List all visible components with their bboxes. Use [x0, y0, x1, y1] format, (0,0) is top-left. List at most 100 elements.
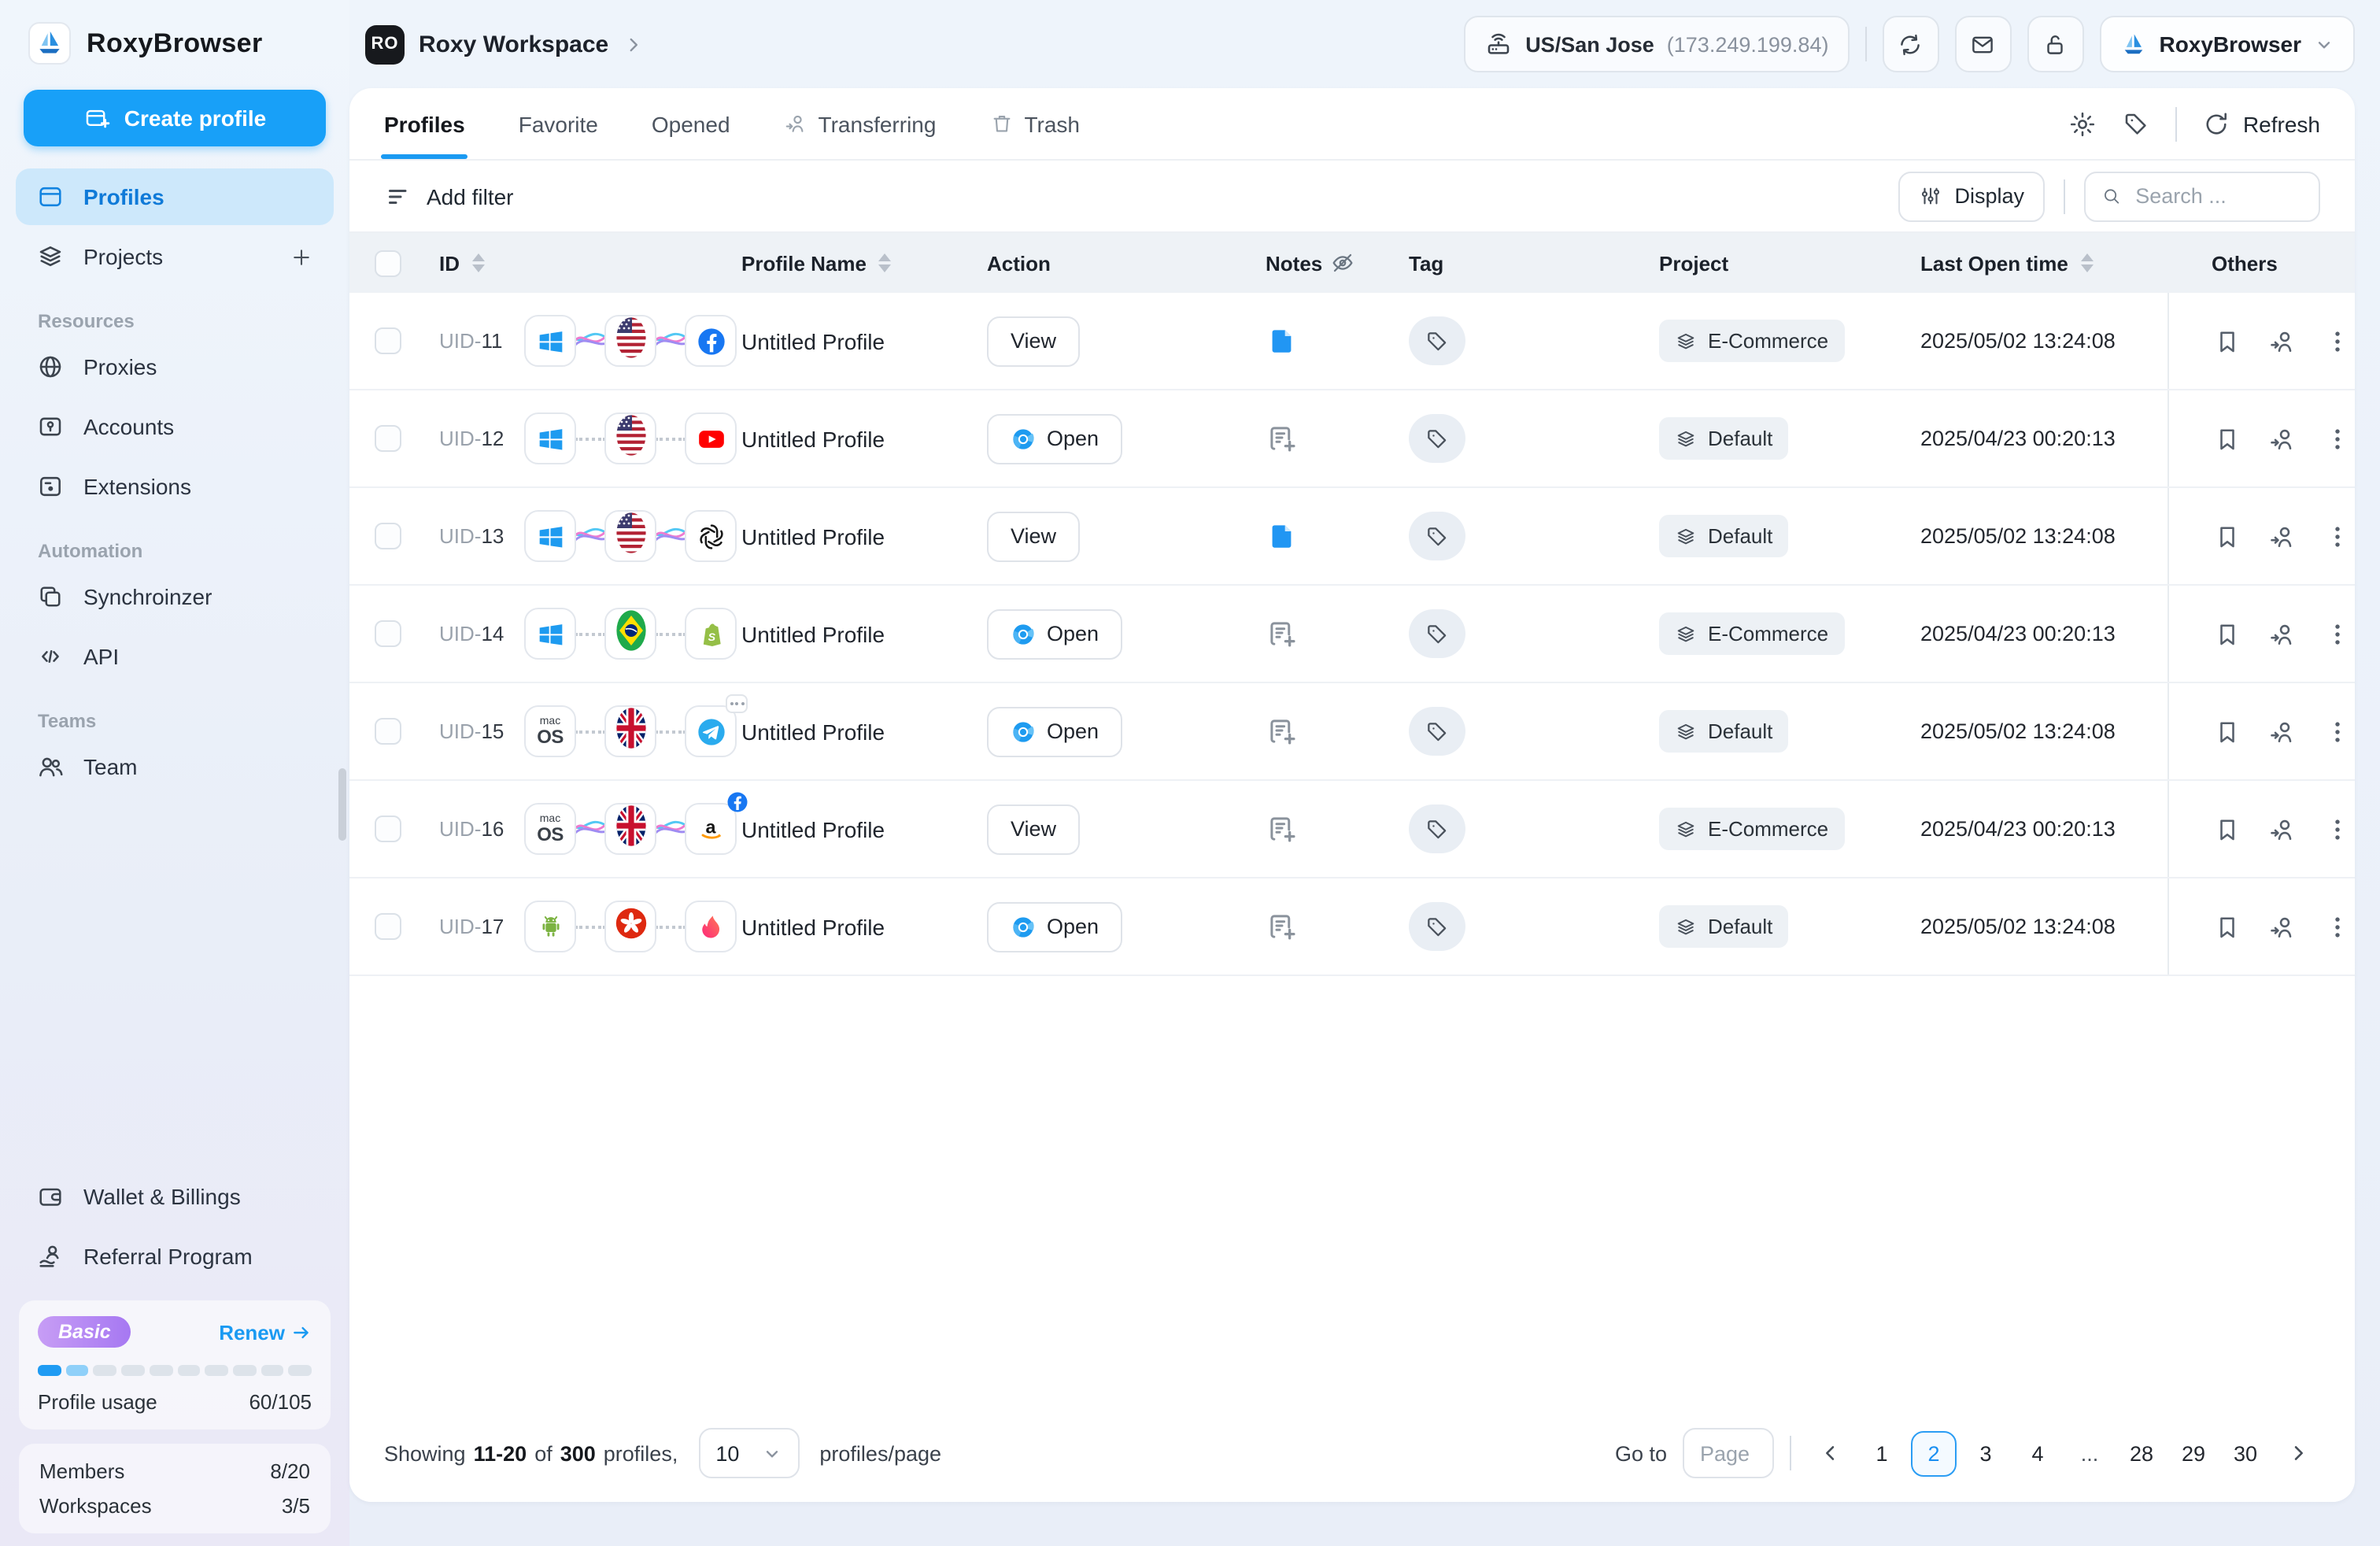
col-id[interactable]: ID: [439, 251, 460, 275]
bookmark-button[interactable]: [2213, 327, 2241, 355]
sidebar-item-wallet[interactable]: Wallet & Billings: [16, 1168, 334, 1225]
col-last-open[interactable]: Last Open time: [1920, 251, 2068, 275]
add-tag-button[interactable]: [1409, 804, 1465, 853]
transfer-profile-button[interactable]: [2268, 717, 2297, 745]
project-pill[interactable]: E-Commerce: [1659, 320, 1844, 362]
more-actions-button[interactable]: [2323, 620, 2352, 648]
bookmark-button[interactable]: [2213, 815, 2241, 843]
open-button[interactable]: Open: [987, 901, 1122, 952]
page-button-30[interactable]: 30: [2223, 1430, 2268, 1476]
renew-link[interactable]: Renew: [219, 1320, 312, 1344]
search-input[interactable]: [2132, 183, 2303, 209]
more-actions-button[interactable]: [2323, 424, 2352, 453]
add-tag-button[interactable]: [1409, 902, 1465, 951]
more-actions-button[interactable]: [2323, 717, 2352, 745]
sync-button[interactable]: [1882, 16, 1938, 72]
transfer-profile-button[interactable]: [2268, 620, 2297, 648]
page-button-28[interactable]: 28: [2119, 1430, 2164, 1476]
tab-transferring[interactable]: Transferring: [784, 88, 937, 159]
sidebar-item-api[interactable]: API: [16, 628, 334, 685]
open-button[interactable]: Open: [987, 413, 1122, 464]
page-size-select[interactable]: 10: [698, 1428, 799, 1478]
add-tag-button[interactable]: [1409, 609, 1465, 658]
note-icon[interactable]: [1266, 520, 1299, 553]
row-checkbox[interactable]: [375, 816, 401, 842]
project-pill[interactable]: E-Commerce: [1659, 808, 1844, 850]
page-button-29[interactable]: 29: [2171, 1430, 2216, 1476]
lock-button[interactable]: [2027, 16, 2083, 72]
add-note-icon[interactable]: [1266, 910, 1299, 943]
workspace-switcher[interactable]: RO Roxy Workspace: [365, 24, 643, 64]
view-button[interactable]: View: [987, 804, 1080, 854]
tag-icon[interactable]: [2122, 109, 2150, 138]
page-button-4[interactable]: 4: [2015, 1430, 2060, 1476]
view-button[interactable]: View: [987, 511, 1080, 561]
sidebar-item-projects[interactable]: Projects: [16, 228, 334, 285]
add-tag-button[interactable]: [1409, 707, 1465, 756]
col-profile-name[interactable]: Profile Name: [741, 251, 867, 275]
add-tag-button[interactable]: [1409, 316, 1465, 365]
refresh-button[interactable]: Refresh: [2202, 109, 2320, 138]
sidebar-item-referral[interactable]: Referral Program: [16, 1228, 334, 1285]
bookmark-button[interactable]: [2213, 912, 2241, 941]
page-button-2[interactable]: 2: [1911, 1430, 1957, 1476]
transfer-profile-button[interactable]: [2268, 327, 2297, 355]
bookmark-button[interactable]: [2213, 424, 2241, 453]
view-button[interactable]: View: [987, 316, 1080, 366]
bookmark-button[interactable]: [2213, 717, 2241, 745]
proxy-status-button[interactable]: US/San Jose (173.249.199.84): [1464, 16, 1849, 72]
note-icon[interactable]: [1266, 324, 1299, 357]
page-button-3[interactable]: 3: [1963, 1430, 2009, 1476]
tab-profiles[interactable]: Profiles: [384, 88, 465, 159]
tab-favorite[interactable]: Favorite: [519, 88, 598, 159]
project-pill[interactable]: Default: [1659, 515, 1788, 557]
add-note-icon[interactable]: [1266, 812, 1299, 845]
eye-off-icon[interactable]: [1330, 250, 1355, 276]
sidebar-item-team[interactable]: Team: [16, 738, 334, 795]
transfer-profile-button[interactable]: [2268, 815, 2297, 843]
open-button[interactable]: Open: [987, 608, 1122, 659]
project-pill[interactable]: Default: [1659, 905, 1788, 948]
more-actions-button[interactable]: [2323, 815, 2352, 843]
row-checkbox[interactable]: [375, 327, 401, 354]
sort-icon[interactable]: [472, 253, 485, 272]
sidebar-scrollbar[interactable]: [338, 768, 346, 841]
sidebar-item-extensions[interactable]: Extensions: [16, 458, 334, 515]
sort-icon[interactable]: [879, 253, 892, 272]
page-button-1[interactable]: 1: [1859, 1430, 1905, 1476]
add-project-icon[interactable]: [290, 245, 313, 268]
transfer-profile-button[interactable]: [2268, 424, 2297, 453]
goto-page-input[interactable]: [1683, 1428, 1774, 1478]
mail-button[interactable]: [1954, 16, 2011, 72]
account-menu-button[interactable]: RoxyBrowser: [2099, 16, 2355, 72]
add-note-icon[interactable]: [1266, 617, 1299, 650]
more-actions-button[interactable]: [2323, 327, 2352, 355]
select-all-checkbox[interactable]: [375, 250, 401, 276]
bookmark-button[interactable]: [2213, 522, 2241, 550]
prev-page-button[interactable]: [1807, 1430, 1853, 1476]
tab-opened[interactable]: Opened: [652, 88, 730, 159]
bookmark-button[interactable]: [2213, 620, 2241, 648]
transfer-profile-button[interactable]: [2268, 522, 2297, 550]
more-actions-button[interactable]: [2323, 522, 2352, 550]
sidebar-item-synchroinzer[interactable]: Synchroinzer: [16, 568, 334, 625]
add-tag-button[interactable]: [1409, 512, 1465, 560]
add-tag-button[interactable]: [1409, 414, 1465, 463]
add-note-icon[interactable]: [1266, 422, 1299, 455]
sidebar-item-proxies[interactable]: Proxies: [16, 338, 334, 395]
gear-icon[interactable]: [2068, 109, 2097, 138]
row-checkbox[interactable]: [375, 718, 401, 745]
row-checkbox[interactable]: [375, 913, 401, 940]
project-pill[interactable]: Default: [1659, 710, 1788, 753]
row-checkbox[interactable]: [375, 620, 401, 647]
open-button[interactable]: Open: [987, 706, 1122, 756]
project-pill[interactable]: E-Commerce: [1659, 612, 1844, 655]
row-checkbox[interactable]: [375, 425, 401, 452]
transfer-profile-button[interactable]: [2268, 912, 2297, 941]
sidebar-item-accounts[interactable]: Accounts: [16, 398, 334, 455]
sort-icon[interactable]: [2081, 253, 2094, 272]
more-actions-button[interactable]: [2323, 912, 2352, 941]
project-pill[interactable]: Default: [1659, 417, 1788, 460]
add-note-icon[interactable]: [1266, 715, 1299, 748]
row-checkbox[interactable]: [375, 523, 401, 549]
